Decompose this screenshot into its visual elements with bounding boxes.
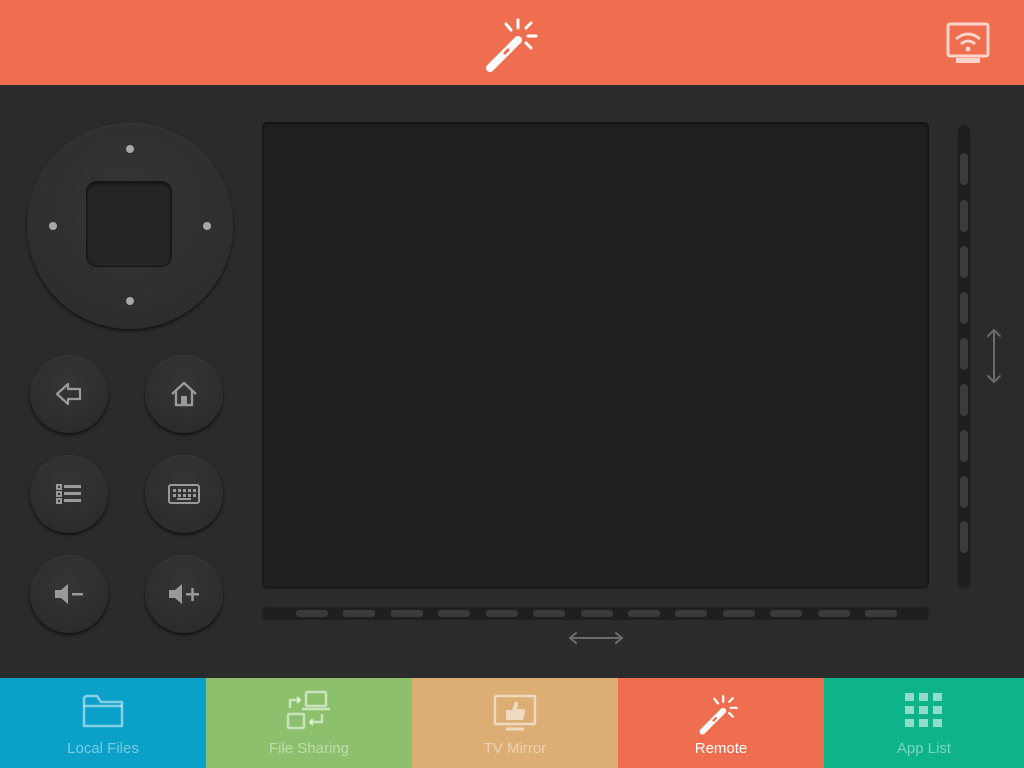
keyboard-button[interactable] <box>145 455 223 533</box>
menu-list-icon <box>56 484 81 504</box>
tab-file-sharing[interactable]: File Sharing <box>206 678 412 768</box>
horizontal-scroll-arrow-icon <box>567 630 625 651</box>
tab-remote-label: Remote <box>694 740 748 757</box>
dpad-up[interactable] <box>126 145 134 153</box>
menu-button[interactable] <box>30 455 108 533</box>
volume-down-button[interactable] <box>30 555 108 633</box>
home-icon <box>171 381 197 407</box>
dpad-left[interactable] <box>49 222 57 230</box>
file-sharing-icon <box>286 690 330 730</box>
back-button[interactable] <box>30 355 108 433</box>
dpad-down[interactable] <box>126 297 134 305</box>
volume-up-button[interactable] <box>145 555 223 633</box>
tab-tv-mirror-label: TV Mirror <box>483 740 547 757</box>
horizontal-scroll-strip[interactable] <box>262 607 929 620</box>
touchpad[interactable] <box>262 122 929 589</box>
vertical-scroll-strip[interactable] <box>958 125 970 589</box>
magic-wand-icon <box>699 694 738 735</box>
dpad-ok-button[interactable] <box>87 182 171 266</box>
tab-local-files[interactable]: Local Files <box>0 678 206 768</box>
app-grid-icon <box>905 693 942 727</box>
back-arrow-icon <box>55 382 82 406</box>
vertical-scroll-arrow-icon <box>985 327 1003 390</box>
tab-app-list[interactable]: App List <box>824 678 1024 768</box>
home-button[interactable] <box>145 355 223 433</box>
tab-local-files-label: Local Files <box>67 740 139 757</box>
tab-remote[interactable]: Remote <box>618 678 824 768</box>
wifi-cast-icon[interactable] <box>946 22 990 64</box>
header-bar <box>0 0 1024 85</box>
tab-tv-mirror[interactable]: TV Mirror <box>412 678 618 768</box>
tv-mirror-icon <box>493 694 537 731</box>
volume-down-icon <box>55 584 83 604</box>
tab-app-list-label: App List <box>896 740 952 757</box>
dpad-right[interactable] <box>203 222 211 230</box>
volume-up-icon <box>169 584 199 604</box>
magic-wand-icon <box>484 12 546 74</box>
keyboard-icon <box>168 484 200 504</box>
bottom-tab-bar: Local Files File Sharing TV Mirror Remot… <box>0 678 1024 768</box>
dpad[interactable] <box>27 123 233 329</box>
folder-icon <box>82 694 124 728</box>
tab-file-sharing-label: File Sharing <box>268 740 350 757</box>
